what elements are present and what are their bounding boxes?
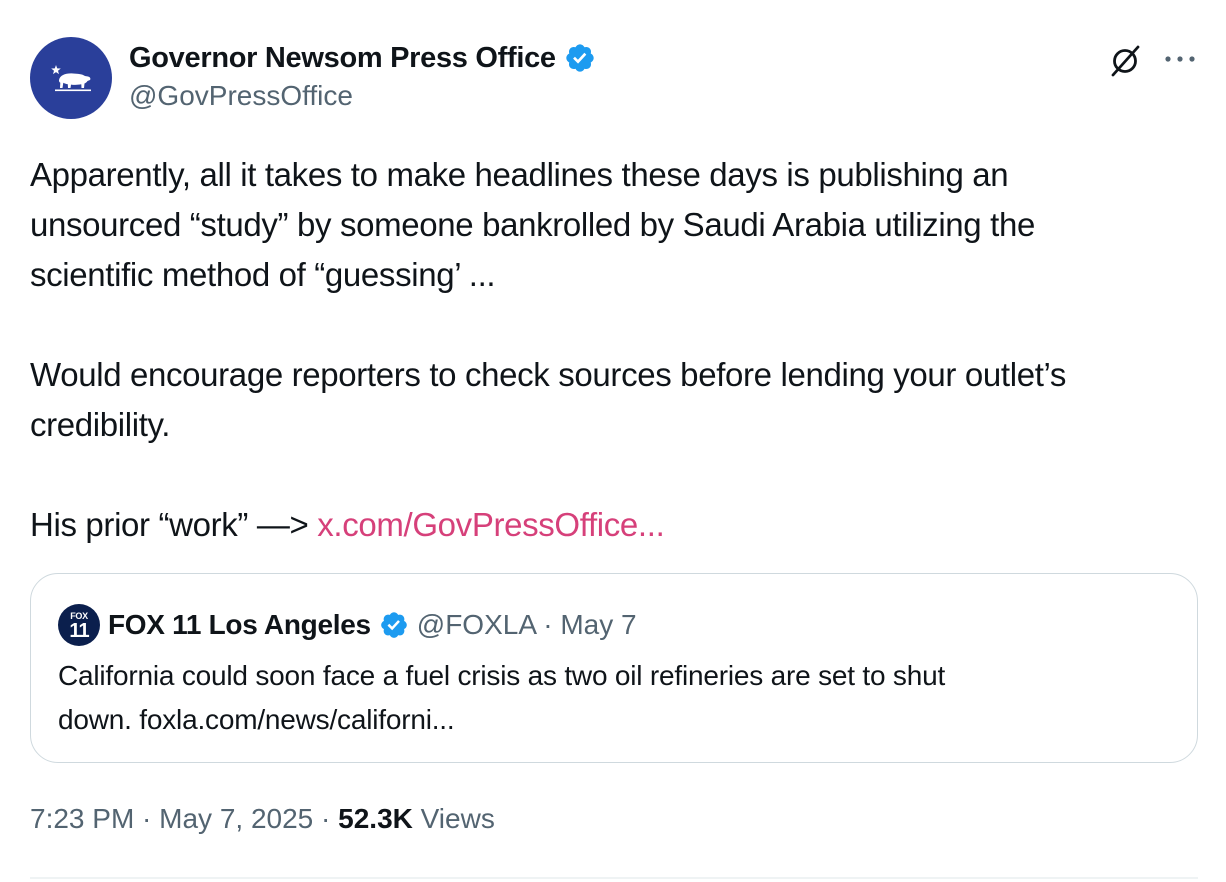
verified-badge-icon bbox=[380, 612, 407, 638]
quoted-tweet-line: down. foxla.com/news/californi... bbox=[58, 704, 455, 735]
grok-icon bbox=[1111, 45, 1140, 77]
quoted-author-name[interactable]: FOX 11 Los Angeles bbox=[108, 609, 371, 641]
quoted-author-handle-date: @FOXLA · May 7 bbox=[416, 609, 637, 640]
author-display-name[interactable]: Governor Newsom Press Office bbox=[129, 42, 556, 75]
divider bbox=[30, 877, 1198, 879]
tweet-link-prefix: His prior “work” —> bbox=[30, 506, 318, 543]
tweet-timestamp[interactable]: 7:23 PM · May 7, 2025 · bbox=[30, 803, 338, 834]
paragraph-spacer bbox=[30, 450, 1210, 500]
quoted-tweet-line: California could soon face a fuel crisis… bbox=[58, 660, 946, 691]
more-horizontal-icon bbox=[1165, 56, 1195, 62]
more-options-button[interactable] bbox=[1162, 44, 1198, 74]
tweet-meta: 7:23 PM · May 7, 2025 · 52.3K Views bbox=[30, 803, 495, 835]
tweet-line: Apparently, all it takes to make headlin… bbox=[30, 156, 1009, 193]
fox-logo-number: 11 bbox=[69, 619, 89, 642]
author-avatar[interactable] bbox=[30, 37, 112, 119]
paragraph-spacer bbox=[30, 300, 1210, 350]
tweet-line: credibility. bbox=[30, 406, 171, 443]
views-count: 52.3K bbox=[338, 803, 413, 834]
verified-badge-icon[interactable] bbox=[564, 42, 596, 74]
quoted-tweet-card[interactable]: FOX 11 FOX 11 Los Angeles @FOXLA · May 7… bbox=[30, 573, 1198, 763]
grok-button[interactable] bbox=[1107, 43, 1143, 79]
author-handle[interactable]: @GovPressOffice bbox=[129, 80, 353, 112]
tweet-text: Apparently, all it takes to make headlin… bbox=[30, 150, 1210, 550]
tweet-line: scientific method of “guessing’ ... bbox=[30, 256, 496, 293]
california-bear-icon bbox=[51, 65, 91, 92]
tweet-line: unsourced “study” by someone bankrolled … bbox=[30, 206, 1035, 243]
author-name-row: Governor Newsom Press Office bbox=[129, 40, 596, 76]
tweet-link[interactable]: x.com/GovPressOffice... bbox=[317, 506, 664, 543]
tweet-line-with-link: His prior “work” —> x.com/GovPressOffice… bbox=[30, 500, 1210, 550]
fox11-logo-icon[interactable]: FOX 11 bbox=[58, 604, 100, 646]
quoted-tweet-header: FOX 11 FOX 11 Los Angeles @FOXLA · May 7 bbox=[58, 602, 637, 648]
tweet-line: Would encourage reporters to check sourc… bbox=[30, 356, 1067, 393]
quoted-tweet-text: California could soon face a fuel crisis… bbox=[58, 654, 945, 742]
views-label: Views bbox=[412, 803, 495, 834]
